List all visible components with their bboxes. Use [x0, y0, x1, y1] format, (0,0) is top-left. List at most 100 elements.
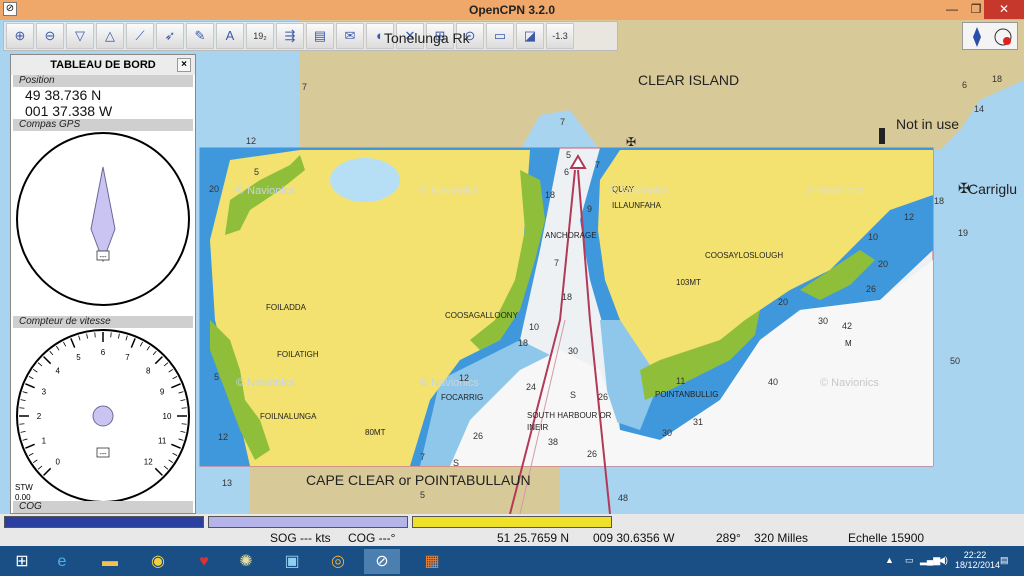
svg-text:12: 12	[904, 212, 914, 222]
video-app-icon[interactable]: ▦	[414, 549, 450, 574]
svg-text:20: 20	[778, 297, 788, 307]
svg-text:9: 9	[587, 204, 592, 214]
svg-text:7: 7	[554, 258, 559, 268]
svg-text:26: 26	[587, 449, 597, 459]
label-not-in-use: Not in use	[896, 116, 959, 132]
speed-tick-label: 7	[125, 353, 130, 362]
status-line: SOG --- kts COG ---° 51 25.7659 N 009 30…	[0, 531, 1024, 546]
speed-tick-label: 4	[56, 367, 61, 376]
speed-tick-label: 0	[56, 457, 61, 466]
svg-text:© Navionics: © Navionics	[805, 185, 864, 197]
speed-tick-label: 8	[146, 367, 151, 376]
svg-text:© Navionics: © Navionics	[236, 377, 295, 389]
svg-text:42: 42	[842, 321, 852, 331]
label-foilatigh: FOILATIGH	[277, 350, 319, 359]
svg-text:© Navionics: © Navionics	[420, 377, 479, 389]
svg-text:© Navionics: © Navionics	[610, 185, 669, 197]
tide-icon[interactable]: 19₂	[246, 23, 274, 49]
svg-text:---: ---	[100, 451, 108, 458]
svg-text:50: 50	[950, 356, 960, 366]
quick-scale-button[interactable]: -1.3	[546, 23, 574, 49]
zoom-out-icon[interactable]: ⊖	[36, 23, 64, 49]
layers-icon[interactable]: ▭	[486, 23, 514, 49]
svg-text:48: 48	[618, 493, 628, 503]
stw-label: STW	[15, 483, 33, 492]
measure-icon[interactable]: ✎	[186, 23, 214, 49]
dashboard-panel: TABLEAU DE BORD × Position 49 38.736 N 0…	[10, 54, 196, 514]
current-icon[interactable]: ⇶	[276, 23, 304, 49]
compass-section-label: Compas GPS	[13, 119, 193, 131]
chrome-icon[interactable]: ◎	[320, 549, 356, 574]
svg-text:30: 30	[568, 346, 578, 356]
svg-text:20: 20	[209, 184, 219, 194]
svg-text:38: 38	[548, 437, 558, 447]
route-icon[interactable]: ⟋	[126, 23, 154, 49]
title-bar: ⊘ OpenCPN 3.2.0 — ❐ ✕	[0, 0, 1024, 20]
tray-network-icon[interactable]: ▭	[905, 555, 914, 566]
svg-text:30: 30	[662, 428, 672, 438]
label-m: M	[845, 339, 852, 348]
tray-notification-icon[interactable]: ▤	[1000, 555, 1009, 566]
label-coosayloslough: COOSAYLOSLOUGH	[705, 251, 783, 260]
svg-text:5: 5	[214, 372, 219, 382]
status-bar-1	[4, 516, 204, 528]
speed-tick-label: 5	[76, 353, 81, 362]
svg-text:12: 12	[246, 136, 256, 146]
zoom-in-icon[interactable]: ⊕	[6, 23, 34, 49]
chart-scale-down-icon[interactable]: ▽	[66, 23, 94, 49]
route-manager-icon[interactable]: ✉	[336, 23, 364, 49]
status-lat: 51 25.7659 N	[497, 531, 570, 545]
dashboard-header: TABLEAU DE BORD ×	[11, 55, 195, 75]
taskbar: ⊞ e ▬ ◉ ♥ ✺ ▣ ◎ ⊘ ▦ ▲ ▭ ▂▄▆ ◀) 22:22 18/…	[0, 546, 1024, 576]
game-app-icon[interactable]: ♥	[186, 549, 222, 574]
navionics-watermark: © Navionics	[236, 185, 295, 197]
svg-text:24: 24	[526, 382, 536, 392]
svg-text:5: 5	[254, 167, 259, 177]
north-up-icon[interactable]: A	[216, 23, 244, 49]
plugin-icon[interactable]: ◪	[516, 23, 544, 49]
label-foiladda: FOILADDA	[266, 303, 307, 312]
svg-text:26: 26	[473, 431, 483, 441]
compass-widget[interactable]	[962, 22, 1018, 50]
media-app-icon[interactable]: ◉	[140, 549, 176, 574]
status-bar-3	[412, 516, 612, 528]
svg-text:26: 26	[866, 284, 876, 294]
lighthouse-icon[interactable]	[879, 128, 885, 144]
opencpn-taskbar-icon[interactable]: ⊘	[364, 549, 400, 574]
dashboard-title: TABLEAU DE BORD	[50, 59, 156, 71]
svg-text:© Navionics: © Navionics	[820, 377, 879, 389]
speed-section-label: Compteur de vitesse	[13, 316, 193, 328]
svg-text:18: 18	[562, 292, 572, 302]
svg-text:18: 18	[934, 196, 944, 206]
svg-text:11: 11	[676, 376, 685, 386]
svg-text:40: 40	[768, 377, 778, 387]
chart-scale-up-icon[interactable]: △	[96, 23, 124, 49]
status-scale: Echelle 15900	[848, 531, 925, 545]
speed-tick-label: 3	[42, 388, 47, 397]
tray-volume-icon[interactable]: ◀)	[938, 555, 948, 566]
svg-text:10: 10	[868, 232, 878, 242]
file-explorer-icon[interactable]: ▬	[92, 549, 128, 574]
tray-arrow-icon[interactable]: ▲	[885, 555, 894, 565]
internet-explorer-icon[interactable]: e	[44, 549, 80, 574]
svg-text:7: 7	[595, 160, 600, 170]
label-anchorage: ANCHORAGE	[545, 231, 597, 240]
follow-boat-icon[interactable]: ➶	[156, 23, 184, 49]
svg-text:6: 6	[564, 167, 569, 177]
main-toolbar: ⊕ ⊖ ▽ △ ⟋ ➶ ✎ A 19₂ ⇶ ▤ ✉ ◐ ✕ ⊞ ⊙ ▭ ◪ -1…	[3, 21, 618, 51]
status-sog: SOG --- kts	[270, 531, 331, 545]
label-foilnalunga: FOILNALUNGA	[260, 412, 317, 421]
badge-app-icon[interactable]: ✺	[228, 549, 264, 574]
north-arrow-icon	[973, 27, 981, 47]
windows-start-icon[interactable]: ⊞	[4, 549, 40, 574]
svg-text:✠: ✠	[626, 135, 636, 149]
label-80mt: 80MT	[365, 428, 386, 437]
network-app-icon[interactable]: ▣	[274, 549, 310, 574]
dashboard-close-button[interactable]: ×	[177, 58, 191, 72]
speed-tick-label: 2	[37, 412, 42, 421]
svg-text:6: 6	[962, 80, 967, 90]
tray-clock[interactable]: 22:22 18/12/2014	[955, 550, 1000, 570]
speed-tick-label: 1	[42, 436, 47, 445]
close-button[interactable]: ✕	[984, 0, 1024, 19]
print-icon[interactable]: ▤	[306, 23, 334, 49]
